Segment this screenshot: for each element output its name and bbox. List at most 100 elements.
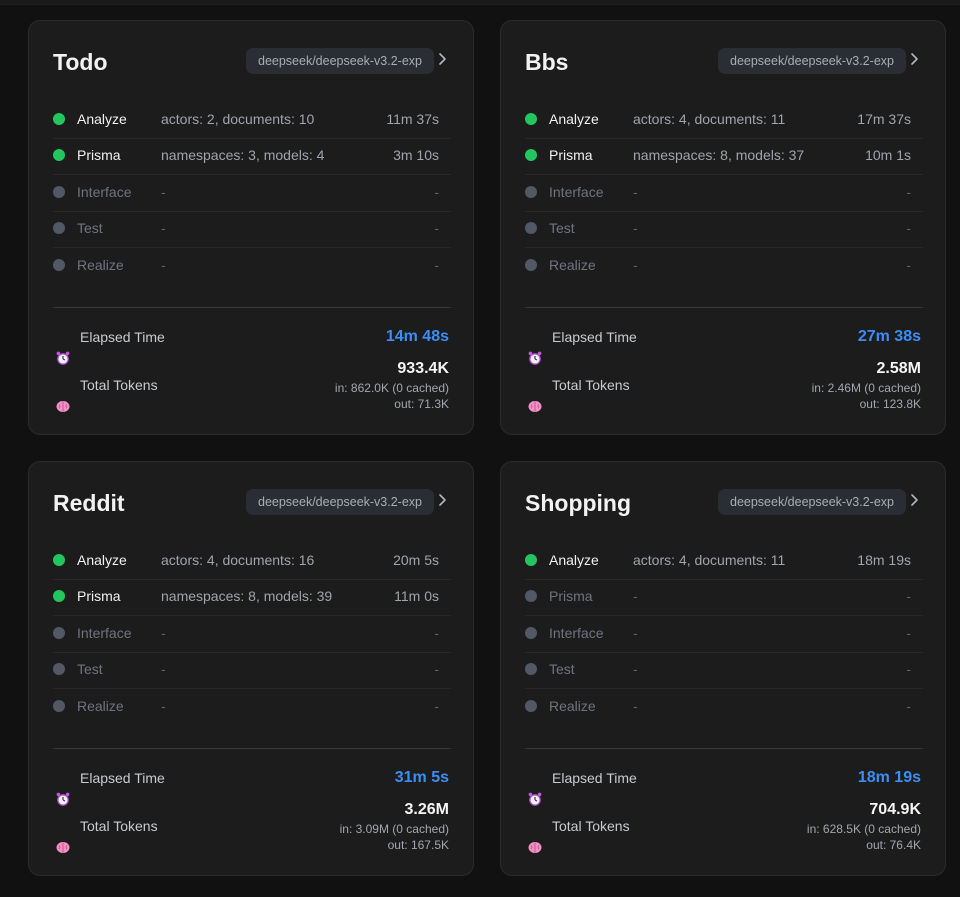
- phase-name: Test: [77, 220, 103, 236]
- tokens-out-value: out: 76.4K: [866, 838, 921, 852]
- phase-time: -: [434, 625, 439, 641]
- divider: [53, 307, 451, 308]
- status-dot: [525, 222, 537, 234]
- phase-detail: -: [161, 257, 166, 273]
- phase-row-prisma: Prisma - -: [525, 579, 923, 616]
- total-tokens-value: 704.9K: [869, 801, 921, 818]
- phase-name: Analyze: [77, 552, 127, 568]
- phase-time: 11m 37s: [386, 111, 439, 127]
- phase-row-analyze: Analyze actors: 4, documents: 16 20m 5s: [53, 543, 451, 580]
- phase-time: -: [434, 698, 439, 714]
- card-title: Reddit: [53, 490, 125, 516]
- phase-detail: -: [161, 661, 166, 677]
- phase-row-analyze: Analyze actors: 2, documents: 10 11m 37s: [53, 102, 451, 139]
- tokens-out-value: out: 167.5K: [387, 838, 449, 852]
- phase-detail: -: [633, 698, 638, 714]
- phase-time: 3m 10s: [393, 147, 439, 163]
- total-tokens-label: Total Tokens: [80, 377, 158, 393]
- project-card-todo: Todo deepseek/deepseek-v3.2-exp Analyze a…: [28, 20, 474, 435]
- phase-name: Analyze: [549, 111, 599, 127]
- chevron-right-icon[interactable]: [909, 51, 921, 67]
- status-dot: [53, 113, 65, 125]
- phase-row-interface: Interface - -: [525, 616, 923, 653]
- phase-row-interface: Interface - -: [53, 175, 451, 212]
- phase-time: 10m 1s: [865, 147, 911, 163]
- status-dot: [53, 259, 65, 271]
- phase-detail: -: [633, 257, 638, 273]
- project-card-bbs: Bbs deepseek/deepseek-v3.2-exp Analyze ac…: [500, 20, 946, 435]
- tokens-in-value: in: 3.09M (0 cached): [339, 822, 449, 836]
- phase-name: Analyze: [549, 552, 599, 568]
- phase-detail: actors: 4, documents: 11: [633, 111, 786, 127]
- phase-name: Prisma: [549, 147, 593, 163]
- phase-time: -: [906, 220, 911, 236]
- phase-name: Prisma: [77, 147, 121, 163]
- phase-time: 20m 5s: [393, 552, 439, 568]
- phase-name: Realize: [77, 698, 124, 714]
- alarm-clock-icon: [56, 351, 70, 365]
- project-card-shopping: Shopping deepseek/deepseek-v3.2-exp Anal…: [500, 461, 946, 876]
- phase-detail: actors: 4, documents: 11: [633, 552, 786, 568]
- phase-time: -: [434, 257, 439, 273]
- phase-time: -: [906, 698, 911, 714]
- phase-row-interface: Interface - -: [53, 616, 451, 653]
- card-title: Bbs: [525, 49, 569, 75]
- status-dot: [53, 222, 65, 234]
- status-dot: [53, 663, 65, 675]
- chevron-right-icon[interactable]: [437, 492, 449, 508]
- alarm-clock-icon: [528, 351, 542, 365]
- phase-time: -: [434, 184, 439, 200]
- tokens-in-value: in: 862.0K (0 cached): [334, 381, 449, 395]
- phase-row-analyze: Analyze actors: 4, documents: 11 17m 37s: [525, 102, 923, 139]
- tokens-in-value: in: 628.5K (0 cached): [806, 822, 921, 836]
- total-tokens-label: Total Tokens: [80, 818, 158, 834]
- phase-name: Test: [549, 661, 575, 677]
- top-bar: [0, 0, 960, 5]
- phase-detail: -: [161, 220, 166, 236]
- status-dot: [525, 113, 537, 125]
- phase-detail: -: [161, 625, 166, 641]
- phase-detail: -: [633, 625, 638, 641]
- phase-time: 11m 0s: [394, 588, 439, 604]
- status-dot: [525, 259, 537, 271]
- brain-icon: [56, 842, 70, 853]
- project-card-reddit: Reddit deepseek/deepseek-v3.2-exp Analyz…: [28, 461, 474, 876]
- phase-name: Prisma: [549, 588, 593, 604]
- status-dot: [53, 627, 65, 639]
- status-dot: [53, 700, 65, 712]
- elapsed-time-label: Elapsed Time: [80, 770, 165, 786]
- phase-row-prisma: Prisma namespaces: 8, models: 39 11m 0s: [53, 579, 451, 616]
- status-dot: [53, 149, 65, 161]
- alarm-clock-icon: [56, 792, 70, 806]
- divider: [525, 307, 923, 308]
- elapsed-time-value: 14m 48s: [385, 328, 449, 345]
- phase-time: 18m 19s: [857, 552, 911, 568]
- card-title: Todo: [53, 49, 108, 75]
- phase-detail: -: [633, 588, 638, 604]
- elapsed-time-label: Elapsed Time: [552, 770, 637, 786]
- phase-row-analyze: Analyze actors: 4, documents: 11 18m 19s: [525, 543, 923, 580]
- total-tokens-label: Total Tokens: [552, 377, 630, 393]
- phase-time: -: [434, 220, 439, 236]
- status-dot: [525, 627, 537, 639]
- total-tokens-value: 933.4K: [397, 360, 449, 377]
- model-badge: deepseek/deepseek-v3.2-exp: [246, 48, 435, 74]
- brain-icon: [56, 401, 70, 412]
- chevron-right-icon[interactable]: [909, 492, 921, 508]
- divider: [525, 748, 923, 749]
- status-dot: [53, 590, 65, 602]
- phase-time: -: [906, 184, 911, 200]
- phase-detail: actors: 2, documents: 10: [161, 111, 315, 127]
- chevron-right-icon[interactable]: [437, 51, 449, 67]
- phase-row-test: Test - -: [53, 652, 451, 689]
- phase-name: Analyze: [77, 111, 127, 127]
- phase-detail: -: [633, 184, 638, 200]
- brain-icon: [528, 842, 542, 853]
- elapsed-time-label: Elapsed Time: [80, 329, 165, 345]
- phase-detail: -: [161, 184, 166, 200]
- phase-row-realize: Realize - -: [53, 248, 451, 284]
- model-badge: deepseek/deepseek-v3.2-exp: [246, 489, 435, 515]
- phase-row-test: Test - -: [53, 211, 451, 248]
- status-dot: [53, 186, 65, 198]
- status-dot: [525, 663, 537, 675]
